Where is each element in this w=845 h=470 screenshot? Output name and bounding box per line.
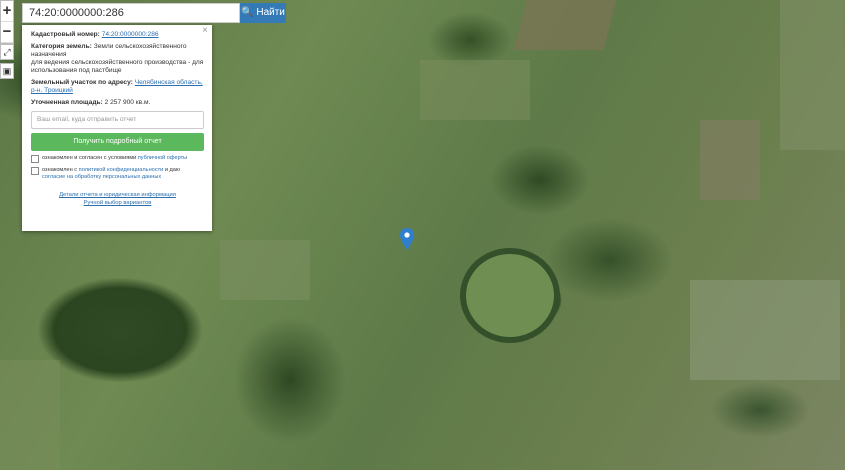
consent-offer-text: ознакомлен и согласен с условиями: [42, 155, 137, 161]
area-value: 2 257 900 кв.м.: [104, 99, 151, 106]
zoom-out-button[interactable]: −: [1, 22, 13, 43]
consent-offer: ознакомлен и согласен с условиями публич…: [31, 155, 204, 163]
map-field: [780, 0, 845, 150]
map-field: [690, 280, 840, 380]
consent-privacy-text: ознакомлен с: [42, 167, 78, 173]
category-label: Категория земель:: [31, 43, 92, 50]
map-pin-icon[interactable]: [400, 228, 414, 250]
email-field[interactable]: Ваш email, куда отправить отчет: [31, 111, 204, 129]
search-button[interactable]: 🔍 Найти: [240, 3, 286, 23]
map-field: [700, 120, 760, 200]
manual-selection-link[interactable]: Ручной выбор вариантов: [84, 200, 152, 206]
area-label: Уточненная площадь:: [31, 99, 103, 106]
offer-link[interactable]: публичной оферты: [138, 155, 187, 161]
address-label: Земельный участок по адресу:: [31, 79, 133, 86]
map-field: [220, 240, 310, 300]
map-field: [420, 60, 530, 120]
map-field: [0, 360, 60, 470]
print-button[interactable]: ▣: [0, 63, 14, 79]
consent-privacy: ознакомлен с политикой конфиденциальност…: [31, 167, 204, 181]
ruler-button[interactable]: ⤢: [0, 44, 14, 60]
search-icon: 🔍: [241, 7, 254, 18]
parcel-info-panel: × Кадастровый номер: 74:20:0000000:286 К…: [22, 25, 212, 231]
consent-privacy-checkbox[interactable]: [31, 167, 39, 175]
privacy-policy-link[interactable]: политикой конфиденциальности: [79, 167, 164, 173]
cadastral-label: Кадастровый номер:: [31, 31, 100, 38]
consent-privacy-mid: и даю: [164, 167, 181, 173]
map-field: [513, 0, 617, 50]
ruler-icon: ⤢: [3, 47, 11, 57]
cadastral-link[interactable]: 74:20:0000000:286: [102, 31, 159, 38]
consent-offer-checkbox[interactable]: [31, 155, 39, 163]
close-icon[interactable]: ×: [202, 26, 208, 36]
personal-data-link[interactable]: согласие на обработку персональных данны…: [42, 174, 161, 180]
search-button-label: Найти: [256, 7, 285, 18]
print-icon: ▣: [2, 66, 12, 76]
zoom-control: + −: [0, 0, 14, 44]
search-input[interactable]: 74:20:0000000:286: [22, 3, 240, 23]
map-lake: [460, 248, 560, 343]
zoom-in-button[interactable]: +: [1, 1, 13, 22]
usage-value: для ведения сельскохозяйственного произв…: [31, 59, 204, 74]
get-report-button[interactable]: Получить подробный отчет: [31, 133, 204, 151]
details-link[interactable]: Детали отчета и юридическая информация: [59, 192, 176, 198]
